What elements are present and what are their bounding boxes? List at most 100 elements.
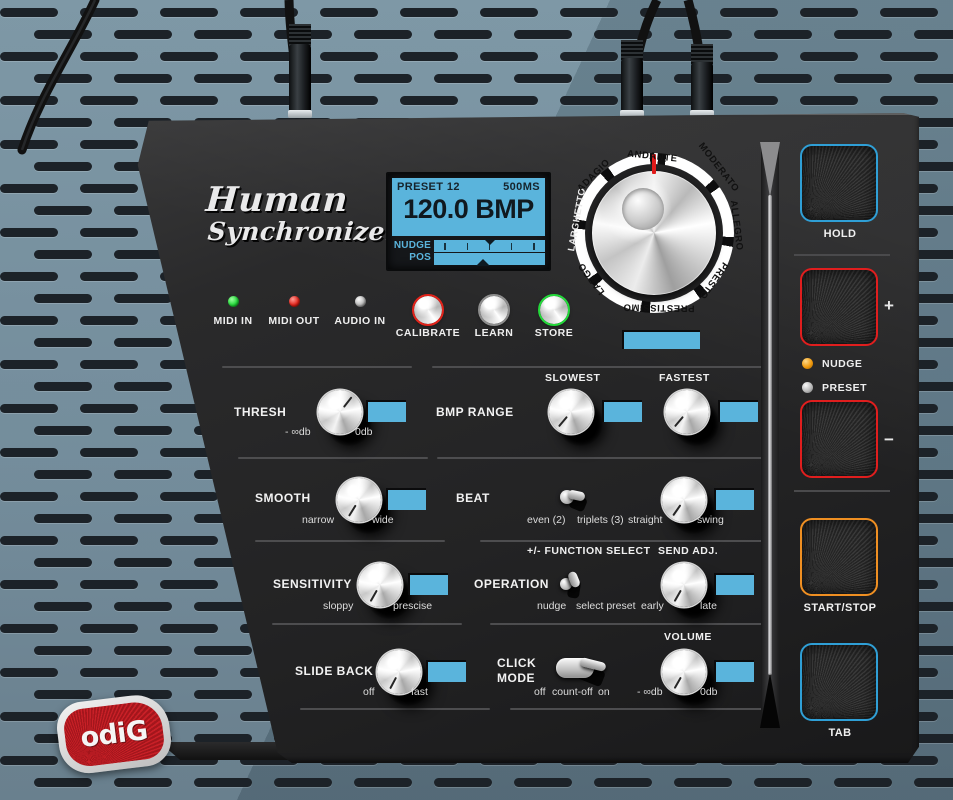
smooth-value-box[interactable] xyxy=(386,488,426,510)
divider-left-2 xyxy=(238,457,428,459)
fastest-knob[interactable] xyxy=(662,387,712,437)
panel-hole xyxy=(480,8,538,17)
thresh-value-box[interactable] xyxy=(366,400,406,422)
sensitivity-max-label: prescise xyxy=(393,600,433,612)
pad-minus[interactable] xyxy=(800,400,878,478)
panel-hole xyxy=(274,778,332,787)
preset-led-label: PRESET xyxy=(822,382,868,394)
panel-hole xyxy=(720,8,778,17)
click-mode-label-1: CLICK xyxy=(497,656,537,670)
volume-value-box[interactable] xyxy=(714,660,754,682)
sensitivity-label: SENSITIVITY xyxy=(273,577,352,591)
panel-hole xyxy=(0,712,58,721)
panel-hole xyxy=(514,74,572,83)
panel-hole xyxy=(800,8,858,17)
brand-line-2: Synchronizer xyxy=(206,217,400,246)
panel-hole xyxy=(34,74,92,83)
panel-hole xyxy=(354,778,412,787)
panel-hole xyxy=(400,52,458,61)
panel-hole xyxy=(160,52,218,61)
tempo-dial-dimple xyxy=(622,188,664,230)
fader-rod[interactable] xyxy=(768,195,772,675)
panel-hole xyxy=(80,228,138,237)
tempo-dial[interactable]: ANDANTE MODERATO ALLEGRO PRESTO PRESTISS… xyxy=(561,140,747,326)
panel-hole xyxy=(320,52,378,61)
pad-hold[interactable] xyxy=(800,144,878,222)
panel-hole xyxy=(0,668,58,677)
panel-hole xyxy=(160,580,218,589)
panel-hole xyxy=(880,52,938,61)
panel-hole xyxy=(914,778,953,787)
panel-hole xyxy=(800,96,858,105)
panel-hole xyxy=(914,734,953,743)
learn-button-cap[interactable] xyxy=(478,294,510,326)
panel-hole xyxy=(34,338,92,347)
tempo-dial-knob[interactable] xyxy=(592,171,716,295)
panel-hole xyxy=(34,206,92,215)
panel-hole xyxy=(560,52,618,61)
panel-hole xyxy=(914,514,953,523)
store-button[interactable]: STORE xyxy=(523,294,585,339)
panel-hole xyxy=(514,30,572,39)
panel-hole xyxy=(114,514,172,523)
slowest-knob[interactable] xyxy=(546,387,596,437)
slowest-value-box[interactable] xyxy=(602,400,642,422)
panel-hole xyxy=(80,360,138,369)
pad-tab-label: TAB xyxy=(828,727,852,739)
lcd-display[interactable]: PRESET 12 500MS 120.0 BMP NUDGE POS xyxy=(386,172,551,271)
calibrate-button[interactable]: CALIBRATE xyxy=(391,294,465,339)
panel-hole-row xyxy=(0,96,953,105)
midi-in-label: MIDI IN xyxy=(213,315,253,327)
midi-out-label: MIDI OUT xyxy=(268,315,320,327)
midi-in-led xyxy=(227,296,239,307)
calibrate-button-cap[interactable] xyxy=(412,294,444,326)
sensitivity-value-box[interactable] xyxy=(408,573,448,595)
tempo-value-bar[interactable] xyxy=(622,330,700,349)
fastest-value-box[interactable] xyxy=(718,400,758,422)
send-adj-max-label: late xyxy=(700,600,717,612)
pad-plus[interactable] xyxy=(800,268,878,346)
panel-hole xyxy=(114,382,172,391)
pad-start-stop-label: START/STOP xyxy=(803,602,877,614)
send-adj-value-box[interactable] xyxy=(714,573,754,595)
panel-hole xyxy=(594,30,652,39)
panel-hole xyxy=(194,30,252,39)
volume-max-label: 0db xyxy=(700,686,718,698)
divider-right-4 xyxy=(490,623,762,625)
panel-hole xyxy=(34,30,92,39)
pad-tab[interactable] xyxy=(800,643,878,721)
pad-start-stop[interactable] xyxy=(800,518,878,596)
slide-back-max-label: fast xyxy=(411,686,428,698)
panel-hole xyxy=(80,668,138,677)
beat-switch-left-label: even (2) xyxy=(527,514,566,526)
panel-hole xyxy=(194,690,252,699)
panel-hole-row xyxy=(0,52,953,61)
slide-back-value-box[interactable] xyxy=(426,660,466,682)
lcd-top-row: PRESET 12 500MS xyxy=(397,181,540,193)
click-mode-pos-on: on xyxy=(598,686,610,698)
lcd-main-area: PRESET 12 500MS 120.0 BMP xyxy=(392,178,545,236)
panel-hole xyxy=(914,30,953,39)
panel-hole-row xyxy=(0,778,953,787)
tempo-label-prestissimo: PRESTISSIMO xyxy=(622,301,695,314)
lcd-bpm-value: 120.0 BMP xyxy=(403,194,534,224)
panel-hole xyxy=(720,52,778,61)
panel-hole xyxy=(160,96,218,105)
panel-hole xyxy=(114,470,172,479)
swing-value-box[interactable] xyxy=(714,488,754,510)
click-mode-pos-countoff: count-off xyxy=(552,686,593,698)
panel-hole xyxy=(640,8,698,17)
panel-hole xyxy=(480,52,538,61)
store-button-cap[interactable] xyxy=(538,294,570,326)
odio-logo: odiG xyxy=(54,691,174,777)
panel-hole xyxy=(160,668,218,677)
panel-hole xyxy=(914,646,953,655)
panel-hole xyxy=(80,96,138,105)
panel-hole xyxy=(0,536,58,545)
learn-button[interactable]: LEARN xyxy=(463,294,525,339)
panel-hole xyxy=(0,404,58,413)
panel-hole xyxy=(0,272,58,281)
panel-hole xyxy=(0,8,58,17)
lcd-meter-label-pos: POS xyxy=(409,252,431,263)
panel-hole xyxy=(834,74,892,83)
